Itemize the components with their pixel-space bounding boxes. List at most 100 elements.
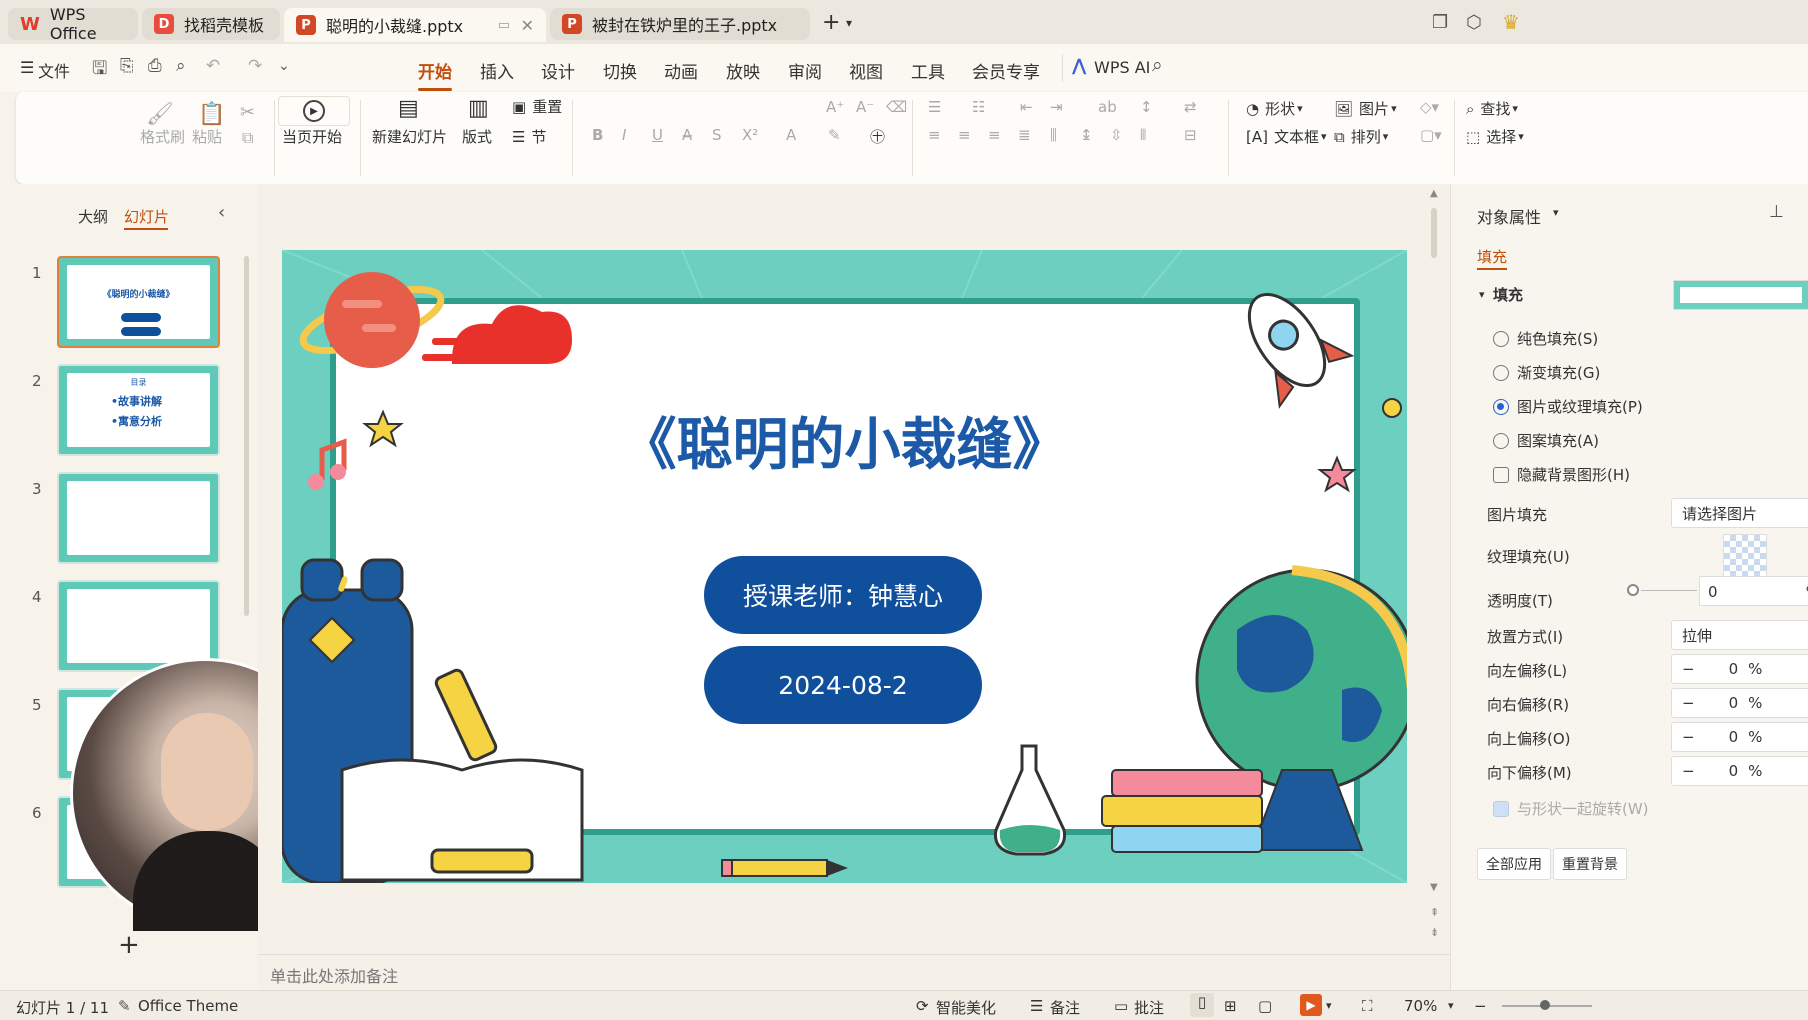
align-right-icon[interactable]: ≡ [988, 126, 1001, 144]
notes-toggle-button[interactable]: 备注 [1050, 997, 1080, 1018]
menu-review[interactable]: 审阅 [788, 58, 822, 83]
transparency-slider-handle[interactable] [1627, 584, 1639, 596]
picture-button[interactable]: 🖼 图片 ▾ [1334, 98, 1397, 119]
fill-preview[interactable] [1673, 280, 1808, 310]
reset-background-button[interactable]: 重置背景 [1553, 848, 1627, 880]
select-button[interactable]: ⬚ 选择 ▾ [1466, 126, 1524, 147]
placement-select[interactable]: 拉伸 [1671, 620, 1808, 650]
paragraph-spacing-icon[interactable]: ⇳ [1110, 126, 1123, 144]
fill-color-icon[interactable]: ◇▾ [1420, 98, 1439, 116]
offset-right-stepper[interactable]: −0% [1671, 688, 1808, 718]
menu-slideshow[interactable]: 放映 [726, 58, 760, 83]
offset-top-stepper[interactable]: −0% [1671, 722, 1808, 752]
window-mode-icon[interactable]: ❐ [1432, 12, 1448, 33]
tab-other-pptx[interactable]: P 被封在铁炉里的王子.pptx [550, 8, 810, 40]
member-icon[interactable]: ♛ [1502, 10, 1520, 34]
search-icon[interactable]: ⌕ [1152, 54, 1163, 76]
slide-title[interactable]: 《聪明的小裁缝》 [282, 400, 1407, 481]
align-center-icon[interactable]: ≡ [958, 126, 971, 144]
italic-icon[interactable]: I [622, 126, 626, 144]
menu-wps-ai[interactable]: WPS AI [1094, 58, 1150, 77]
slide-thumbnail-3[interactable] [57, 472, 220, 564]
highlight-icon[interactable]: ✎ [828, 126, 841, 144]
cut-icon[interactable]: ✂ [240, 102, 255, 123]
underline-icon[interactable]: U [652, 126, 663, 144]
comments-button[interactable]: 批注 [1134, 997, 1164, 1018]
section-button[interactable]: ☰ 节 [512, 126, 546, 147]
distribute-icon[interactable]: ⫼ [1050, 126, 1057, 144]
tab-current-pptx[interactable]: P 聪明的小裁缝.pptx ▭ ✕ [284, 8, 546, 42]
scroll-down-icon[interactable]: ▼ [1430, 882, 1438, 893]
shadow-icon[interactable]: S [712, 126, 722, 144]
save-icon[interactable]: 🖫 [92, 56, 107, 86]
layout-button[interactable]: 版式 [462, 126, 492, 147]
outline-color-icon[interactable]: ▢▾ [1420, 126, 1442, 144]
teacher-name-pill[interactable]: 授课老师：钟慧心 [704, 556, 982, 634]
transparency-slider-track[interactable] [1641, 590, 1697, 591]
menu-insert[interactable]: 插入 [480, 58, 514, 83]
close-tab-icon[interactable]: ✕ [521, 16, 534, 35]
sort-icon[interactable]: ↕ [1140, 98, 1153, 116]
text-box-align-icon[interactable]: ⊟ [1184, 126, 1197, 144]
apply-all-button[interactable]: 全部应用 [1477, 848, 1551, 880]
align-left-icon[interactable]: ≡ [928, 126, 941, 144]
paste-button[interactable]: 粘贴 [192, 126, 222, 147]
minus-icon[interactable]: − [1682, 762, 1695, 780]
texture-picker[interactable] [1723, 534, 1767, 578]
reset-button[interactable]: ▣ 重置 [512, 96, 562, 117]
new-slide-icon[interactable]: ▤ [398, 96, 419, 121]
menu-design[interactable]: 设计 [541, 58, 575, 83]
tab-docer[interactable]: D 找稻壳模板 [142, 8, 280, 40]
shape-button[interactable]: ◔ 形状 ▾ [1246, 98, 1303, 119]
arrange-button[interactable]: ⧉ 排列 ▾ [1334, 126, 1388, 147]
menu-start[interactable]: 开始 [418, 58, 452, 91]
layout-icon[interactable]: ▥ [468, 96, 489, 121]
next-slide-icon[interactable]: ⇟ [1430, 926, 1439, 939]
tab-wps-office[interactable]: W WPS Office [8, 5, 138, 43]
clear-format-icon[interactable]: ⌫ [886, 98, 907, 116]
numbered-list-icon[interactable]: ☷ [972, 98, 985, 116]
hamburger-icon[interactable]: ☰ [20, 58, 34, 77]
copy-icon[interactable]: ⧉ [242, 128, 253, 148]
panel-title[interactable]: 对象属性 [1477, 204, 1541, 228]
radio-gradient-fill[interactable]: 渐变填充(G) [1493, 362, 1600, 383]
format-painter-button[interactable]: 格式刷 [140, 126, 185, 147]
radio-solid-fill[interactable]: 纯色填充(S) [1493, 328, 1598, 349]
minus-icon[interactable]: − [1682, 660, 1695, 678]
canvas-scrollbar[interactable] [1431, 208, 1437, 258]
radio-picture-fill[interactable]: 图片或纹理填充(P) [1493, 396, 1643, 417]
reading-view-icon[interactable]: ▢ [1258, 997, 1272, 1015]
bold-icon[interactable]: B [592, 126, 603, 144]
fit-window-icon[interactable]: ⛶ [1362, 997, 1373, 1015]
offset-left-stepper[interactable]: −0% [1671, 654, 1808, 684]
decrease-indent-icon[interactable]: ⇤ [1020, 98, 1033, 116]
play-slideshow-icon[interactable]: ▶ [1300, 994, 1322, 1016]
print-preview-icon[interactable]: ⌕ [176, 56, 186, 76]
zoom-level[interactable]: 70% [1404, 997, 1437, 1015]
zoom-slider-handle[interactable] [1540, 1000, 1550, 1010]
justify-icon[interactable]: ≣ [1018, 126, 1031, 144]
slide-thumbnail-1[interactable]: 《聪明的小裁缝》 [57, 256, 220, 348]
quick-access-dropdown-icon[interactable]: ⌄ [278, 58, 290, 74]
undo-icon[interactable]: ↶ [206, 56, 220, 76]
play-from-current-button[interactable]: 当页开始 [282, 126, 342, 147]
panel-title-dropdown-icon[interactable]: ▾ [1553, 206, 1559, 219]
picture-fill-select[interactable]: 请选择图片 [1671, 498, 1808, 528]
column-icon[interactable]: ⫴ [1140, 126, 1146, 144]
play-from-current-icon[interactable]: ▶ [278, 96, 350, 126]
line-spacing-icon[interactable]: ↨ [1080, 126, 1093, 144]
find-button[interactable]: ⌕ 查找 ▾ [1466, 98, 1518, 119]
text-direction-icon[interactable]: ab [1098, 98, 1117, 116]
paste-icon[interactable]: 📋 [198, 102, 225, 127]
bullet-list-icon[interactable]: ☰ [928, 98, 941, 116]
slide-thumbnail-2[interactable]: 目录 •故事讲解 •寓意分析 [57, 364, 220, 456]
zoom-dropdown-icon[interactable]: ▾ [1448, 999, 1454, 1012]
tab-dropdown-icon[interactable]: ▾ [846, 16, 852, 30]
strikethrough-icon[interactable]: A̶ [682, 126, 692, 144]
decrease-font-icon[interactable]: A⁻ [856, 98, 874, 116]
radio-pattern-fill[interactable]: 图案填充(A) [1493, 430, 1599, 451]
prev-slide-icon[interactable]: ⇞ [1430, 906, 1439, 919]
phonetic-icon[interactable]: ㊉ [870, 126, 885, 147]
tab-slides[interactable]: 幻灯片 [124, 206, 169, 227]
minus-icon[interactable]: − [1682, 728, 1695, 746]
